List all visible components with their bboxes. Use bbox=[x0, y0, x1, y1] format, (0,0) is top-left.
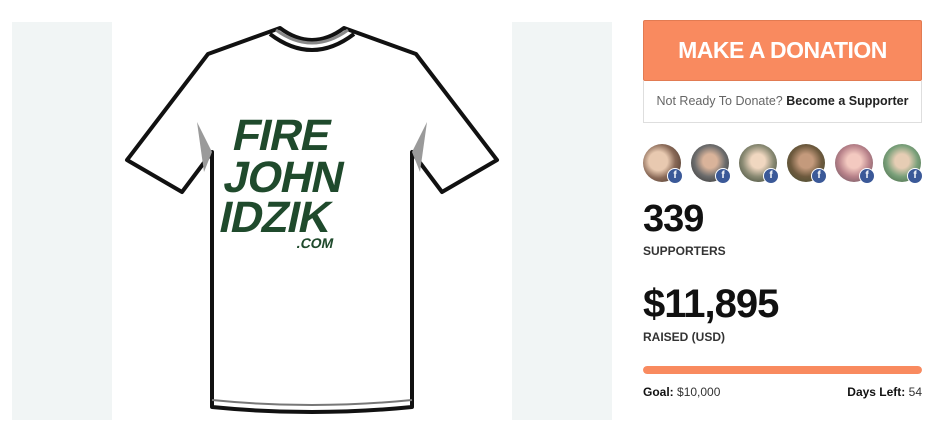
facebook-icon: f bbox=[907, 168, 923, 184]
days-left-label: Days Left: bbox=[847, 385, 906, 399]
supporters-label: SUPPORTERS bbox=[643, 244, 726, 258]
avatar[interactable]: f bbox=[643, 144, 683, 184]
campaign-image: FIRE JOHN IDZIK .COM bbox=[112, 22, 512, 420]
goal-info: Goal: $10,000 bbox=[643, 385, 720, 399]
raised-amount: $11,895 bbox=[643, 282, 779, 326]
avatar[interactable]: f bbox=[883, 144, 923, 184]
funding-progress-fill bbox=[643, 366, 922, 374]
avatar[interactable]: f bbox=[787, 144, 827, 184]
facebook-icon: f bbox=[859, 168, 875, 184]
funding-progress-bar bbox=[643, 366, 922, 374]
facebook-icon: f bbox=[667, 168, 683, 184]
make-donation-button[interactable]: MAKE A DONATION bbox=[643, 20, 922, 81]
shirt-text-line-4: .COM bbox=[295, 235, 335, 251]
days-left-value: 54 bbox=[908, 385, 922, 399]
days-left-info: Days Left: 54 bbox=[847, 385, 922, 399]
facebook-icon: f bbox=[811, 168, 827, 184]
supporter-prompt: Not Ready To Donate? Become a Supporter bbox=[643, 81, 922, 123]
donation-sidebar: MAKE A DONATION Not Ready To Donate? Bec… bbox=[643, 20, 923, 399]
goal-value: $10,000 bbox=[677, 385, 721, 399]
avatar[interactable]: f bbox=[691, 144, 731, 184]
goal-label: Goal: bbox=[643, 385, 674, 399]
raised-label: RAISED (USD) bbox=[643, 330, 726, 344]
avatar[interactable]: f bbox=[835, 144, 875, 184]
avatar[interactable]: f bbox=[739, 144, 779, 184]
not-ready-text: Not Ready To Donate? bbox=[656, 94, 783, 108]
facebook-icon: f bbox=[763, 168, 779, 184]
become-supporter-link[interactable]: Become a Supporter bbox=[786, 94, 908, 108]
campaign-image-panel: FIRE JOHN IDZIK .COM bbox=[12, 22, 612, 420]
supporter-avatars: f f f f f f bbox=[643, 144, 923, 188]
tshirt-image: FIRE JOHN IDZIK .COM bbox=[125, 26, 499, 414]
supporters-count: 339 bbox=[643, 198, 704, 240]
facebook-icon: f bbox=[715, 168, 731, 184]
